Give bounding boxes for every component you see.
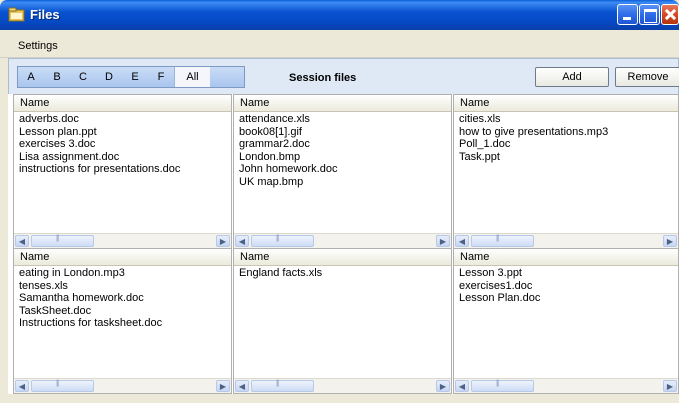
tab-c[interactable]: C (70, 67, 96, 87)
remove-button[interactable]: Remove (615, 67, 679, 87)
horizontal-scrollbar[interactable]: ◀ ▶ (234, 378, 451, 393)
file-list: attendance.xls book08[1].gif grammar2.do… (239, 113, 337, 188)
letter-tab-bar: A B C D E F All (17, 66, 245, 88)
minimize-button[interactable] (617, 4, 638, 25)
file-item[interactable]: Task.ppt (459, 151, 608, 164)
folder-icon (8, 7, 25, 22)
name-column-header[interactable]: Name (234, 249, 451, 266)
menu-settings[interactable]: Settings (18, 40, 58, 52)
scroll-thumb[interactable] (471, 235, 534, 247)
scroll-thumb[interactable] (31, 235, 94, 247)
file-item[interactable]: eating in London.mp3 (19, 267, 162, 280)
maximize-button[interactable] (639, 4, 660, 25)
file-item[interactable]: instructions for presentations.doc (19, 163, 180, 176)
file-item[interactable]: TaskSheet.doc (19, 305, 162, 318)
files-window: Files Settings A B C D E F All Session f… (0, 0, 679, 403)
file-item[interactable]: Poll_1.doc (459, 138, 608, 151)
name-column-header[interactable]: Name (14, 95, 231, 112)
file-item[interactable]: Lesson plan.ppt (19, 126, 180, 139)
file-pane: Name attendance.xls book08[1].gif gramma… (233, 94, 452, 249)
file-pane: Name Lesson 3.ppt exercises1.doc Lesson … (453, 248, 679, 394)
file-item[interactable]: UK map.bmp (239, 176, 337, 189)
scroll-right-icon[interactable]: ▶ (663, 235, 677, 247)
scroll-left-icon[interactable]: ◀ (455, 235, 469, 247)
file-item[interactable]: London.bmp (239, 151, 337, 164)
tab-a[interactable]: A (18, 67, 44, 87)
scroll-right-icon[interactable]: ▶ (216, 235, 230, 247)
toolbar: A B C D E F All Session files Add Remove (8, 58, 679, 94)
file-item[interactable]: Lesson Plan.doc (459, 292, 540, 305)
scroll-right-icon[interactable]: ▶ (216, 380, 230, 392)
file-item[interactable]: tenses.xls (19, 280, 162, 293)
name-column-header[interactable]: Name (234, 95, 451, 112)
horizontal-scrollbar[interactable]: ◀ ▶ (234, 233, 451, 248)
file-item[interactable]: exercises1.doc (459, 280, 540, 293)
scroll-right-icon[interactable]: ▶ (436, 235, 450, 247)
name-column-header[interactable]: Name (454, 95, 678, 112)
scroll-left-icon[interactable]: ◀ (455, 380, 469, 392)
scroll-thumb[interactable] (251, 235, 314, 247)
tab-d[interactable]: D (96, 67, 122, 87)
file-pane: Name adverbs.doc Lesson plan.ppt exercis… (13, 94, 232, 249)
file-item[interactable]: adverbs.doc (19, 113, 180, 126)
horizontal-scrollbar[interactable]: ◀ ▶ (454, 233, 678, 248)
tab-all[interactable]: All (174, 67, 210, 87)
name-column-header[interactable]: Name (454, 249, 678, 266)
tab-e[interactable]: E (122, 67, 148, 87)
file-pane: Name cities.xls how to give presentation… (453, 94, 679, 249)
file-list: cities.xls how to give presentations.mp3… (459, 113, 608, 163)
scroll-right-icon[interactable]: ▶ (436, 380, 450, 392)
file-item[interactable]: John homework.doc (239, 163, 337, 176)
file-item[interactable]: how to give presentations.mp3 (459, 126, 608, 139)
file-item[interactable]: cities.xls (459, 113, 608, 126)
file-pane: Name England facts.xls ◀ ▶ (233, 248, 452, 394)
file-item[interactable]: Lesson 3.ppt (459, 267, 540, 280)
horizontal-scrollbar[interactable]: ◀ ▶ (14, 233, 231, 248)
file-item[interactable]: Samantha homework.doc (19, 292, 162, 305)
tab-f[interactable]: F (148, 67, 174, 87)
file-item[interactable]: England facts.xls (239, 267, 322, 280)
menu-bar: Settings (0, 30, 679, 58)
title-bar[interactable]: Files (0, 0, 679, 30)
scroll-left-icon[interactable]: ◀ (235, 235, 249, 247)
window-bottom-border (0, 394, 679, 403)
file-list: adverbs.doc Lesson plan.ppt exercises 3.… (19, 113, 180, 176)
file-item[interactable]: attendance.xls (239, 113, 337, 126)
file-list: Lesson 3.ppt exercises1.doc Lesson Plan.… (459, 267, 540, 305)
scroll-right-icon[interactable]: ▶ (663, 380, 677, 392)
name-column-header[interactable]: Name (14, 249, 231, 266)
window-title: Files (30, 7, 60, 22)
scroll-thumb[interactable] (471, 380, 534, 392)
add-button[interactable]: Add (535, 67, 609, 87)
file-item[interactable]: Instructions for tasksheet.doc (19, 317, 162, 330)
horizontal-scrollbar[interactable]: ◀ ▶ (454, 378, 678, 393)
scroll-left-icon[interactable]: ◀ (15, 235, 29, 247)
tab-b[interactable]: B (44, 67, 70, 87)
horizontal-scrollbar[interactable]: ◀ ▶ (14, 378, 231, 393)
session-files-title: Session files (289, 72, 357, 84)
scroll-thumb[interactable] (251, 380, 314, 392)
file-list: eating in London.mp3 tenses.xls Samantha… (19, 267, 162, 330)
scroll-thumb[interactable] (31, 380, 94, 392)
file-item[interactable]: book08[1].gif (239, 126, 337, 139)
file-list: England facts.xls (239, 267, 322, 280)
file-pane: Name eating in London.mp3 tenses.xls Sam… (13, 248, 232, 394)
scroll-left-icon[interactable]: ◀ (15, 380, 29, 392)
file-item[interactable]: exercises 3.doc (19, 138, 180, 151)
file-item[interactable]: grammar2.doc (239, 138, 337, 151)
close-button[interactable] (661, 4, 679, 25)
scroll-left-icon[interactable]: ◀ (235, 380, 249, 392)
file-item[interactable]: Lisa assignment.doc (19, 151, 180, 164)
